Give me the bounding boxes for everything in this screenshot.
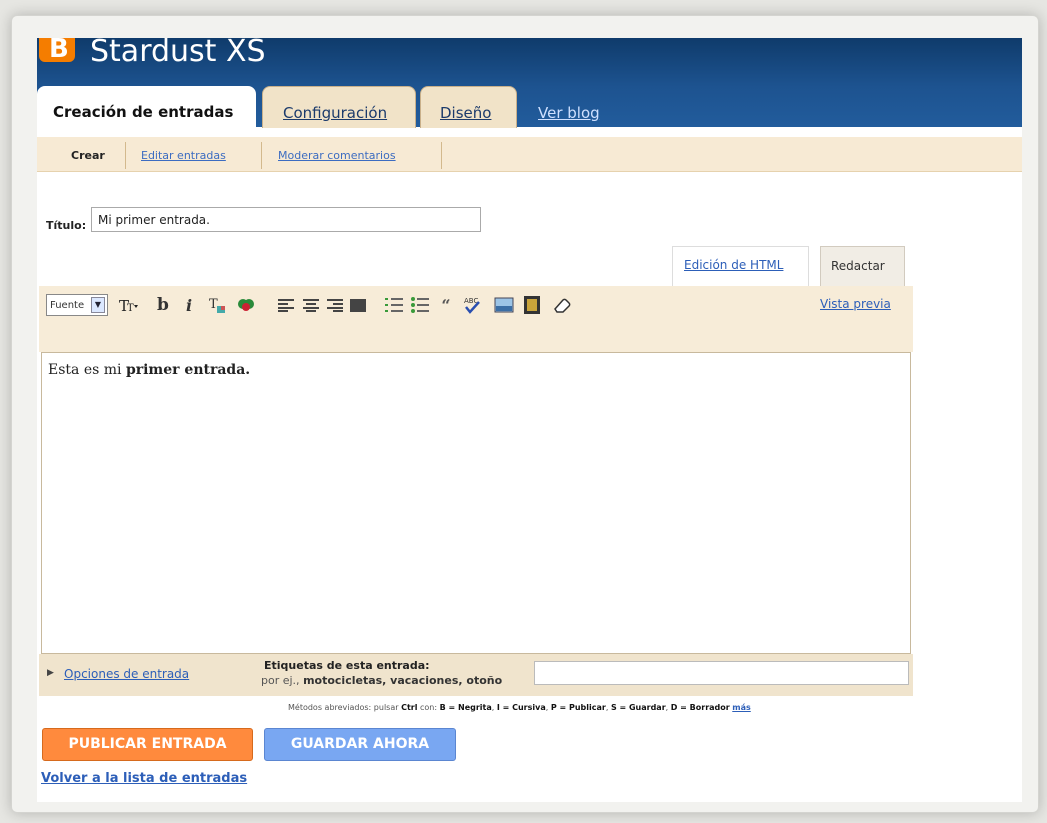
shortcut-prefix: Métodos abreviados: pulsar bbox=[288, 703, 399, 712]
image-icon[interactable] bbox=[493, 294, 515, 316]
shortcut-d: D = Borrador bbox=[670, 703, 730, 712]
bullet-list-icon[interactable] bbox=[409, 294, 431, 316]
save-now-button[interactable]: GUARDAR AHORA bbox=[264, 728, 456, 761]
blog-title: Stardust XS bbox=[90, 38, 266, 69]
header-bar: B Stardust XS Creación de entradas Confi… bbox=[37, 38, 1022, 128]
shortcut-p: P = Publicar bbox=[550, 703, 606, 712]
tags-example-values: motocicletas, vacaciones, otoño bbox=[303, 674, 503, 687]
blogger-editor-app: B Stardust XS Creación de entradas Confi… bbox=[37, 38, 1022, 802]
font-select[interactable]: Fuente ▼ bbox=[46, 294, 108, 316]
divider bbox=[261, 142, 262, 169]
tab-creacion-de-entradas[interactable]: Creación de entradas bbox=[37, 86, 256, 127]
tab-label: Diseño bbox=[440, 104, 492, 122]
shortcut-b: B = Negrita bbox=[439, 703, 492, 712]
align-center-icon[interactable] bbox=[300, 294, 322, 316]
italic-icon[interactable]: i bbox=[178, 294, 200, 316]
opciones-de-entrada-link[interactable]: Opciones de entrada bbox=[64, 667, 189, 681]
keyboard-shortcuts-hint: Métodos abreviados: pulsar Ctrl con: B =… bbox=[288, 703, 751, 712]
tab-label: Edición de HTML bbox=[684, 258, 784, 272]
more-shortcuts-link[interactable]: más bbox=[732, 703, 751, 712]
shortcut-i: I = Cursiva bbox=[496, 703, 546, 712]
post-options-bar: ▶ Opciones de entrada Etiquetas de esta … bbox=[39, 654, 913, 696]
subnav-item-editar-entradas[interactable]: Editar entradas bbox=[141, 149, 226, 162]
blogger-logo-icon: B bbox=[39, 38, 75, 64]
eraser-icon[interactable] bbox=[551, 294, 573, 316]
align-right-icon[interactable] bbox=[324, 294, 346, 316]
subnav-item-crear[interactable]: Crear bbox=[71, 149, 105, 162]
svg-text:T: T bbox=[209, 297, 218, 312]
bold-icon[interactable]: b bbox=[152, 294, 174, 316]
tab-label: Redactar bbox=[831, 259, 885, 273]
post-body-content[interactable]: Esta es mi primer entrada. bbox=[48, 362, 250, 378]
align-left-icon[interactable] bbox=[275, 294, 297, 316]
link-icon[interactable] bbox=[235, 294, 257, 316]
publish-post-button[interactable]: PUBLICAR ENTRADA bbox=[42, 728, 253, 761]
divider bbox=[125, 142, 126, 169]
post-body-bold-text: primer entrada. bbox=[125, 362, 251, 378]
divider bbox=[441, 142, 442, 169]
tab-edicion-html[interactable]: Edición de HTML bbox=[672, 246, 809, 287]
font-size-icon[interactable]: TT bbox=[117, 294, 139, 316]
tab-diseno[interactable]: Diseño bbox=[420, 86, 517, 128]
tab-label: Configuración bbox=[283, 104, 388, 122]
font-select-value: Fuente bbox=[50, 299, 85, 311]
shortcut-ctrl: Ctrl bbox=[401, 703, 418, 712]
title-input[interactable] bbox=[91, 207, 481, 232]
editor-toolbar: Fuente ▼ TT b i T “ ABC Vista previa bbox=[39, 286, 913, 352]
shortcut-con: con: bbox=[420, 703, 438, 712]
tab-redactar[interactable]: Redactar bbox=[820, 246, 905, 287]
back-to-posts-link[interactable]: Volver a la lista de entradas bbox=[41, 771, 247, 786]
video-icon[interactable] bbox=[521, 294, 543, 316]
subnav: Crear Editar entradas Moderar comentario… bbox=[37, 137, 1022, 172]
subnav-item-moderar-comentarios[interactable]: Moderar comentarios bbox=[278, 149, 396, 162]
tags-input[interactable] bbox=[534, 661, 909, 685]
tab-label: Creación de entradas bbox=[53, 103, 234, 121]
align-justify-icon[interactable] bbox=[347, 294, 369, 316]
blockquote-icon[interactable]: “ bbox=[435, 294, 457, 316]
tags-label: Etiquetas de esta entrada: bbox=[264, 659, 430, 672]
text-color-icon[interactable]: T bbox=[207, 294, 229, 316]
post-body-text: Esta es mi bbox=[48, 362, 126, 378]
tab-configuracion[interactable]: Configuración bbox=[262, 86, 416, 128]
tags-example-prefix: por ej., bbox=[261, 674, 300, 687]
svg-text:T: T bbox=[127, 303, 134, 314]
numbered-list-icon[interactable] bbox=[383, 294, 405, 316]
ver-blog-link[interactable]: Ver blog bbox=[538, 104, 600, 122]
chevron-down-icon: ▼ bbox=[91, 297, 105, 313]
title-label: Título: bbox=[46, 219, 87, 232]
shortcut-s: S = Guardar bbox=[610, 703, 666, 712]
post-body-editor[interactable]: Esta es mi primer entrada. bbox=[41, 352, 911, 654]
vista-previa-link[interactable]: Vista previa bbox=[820, 297, 891, 311]
triangle-right-icon[interactable]: ▶ bbox=[47, 668, 54, 678]
tags-example: por ej., motocicletas, vacaciones, otoño bbox=[261, 674, 502, 687]
spellcheck-icon[interactable]: ABC bbox=[461, 294, 483, 316]
